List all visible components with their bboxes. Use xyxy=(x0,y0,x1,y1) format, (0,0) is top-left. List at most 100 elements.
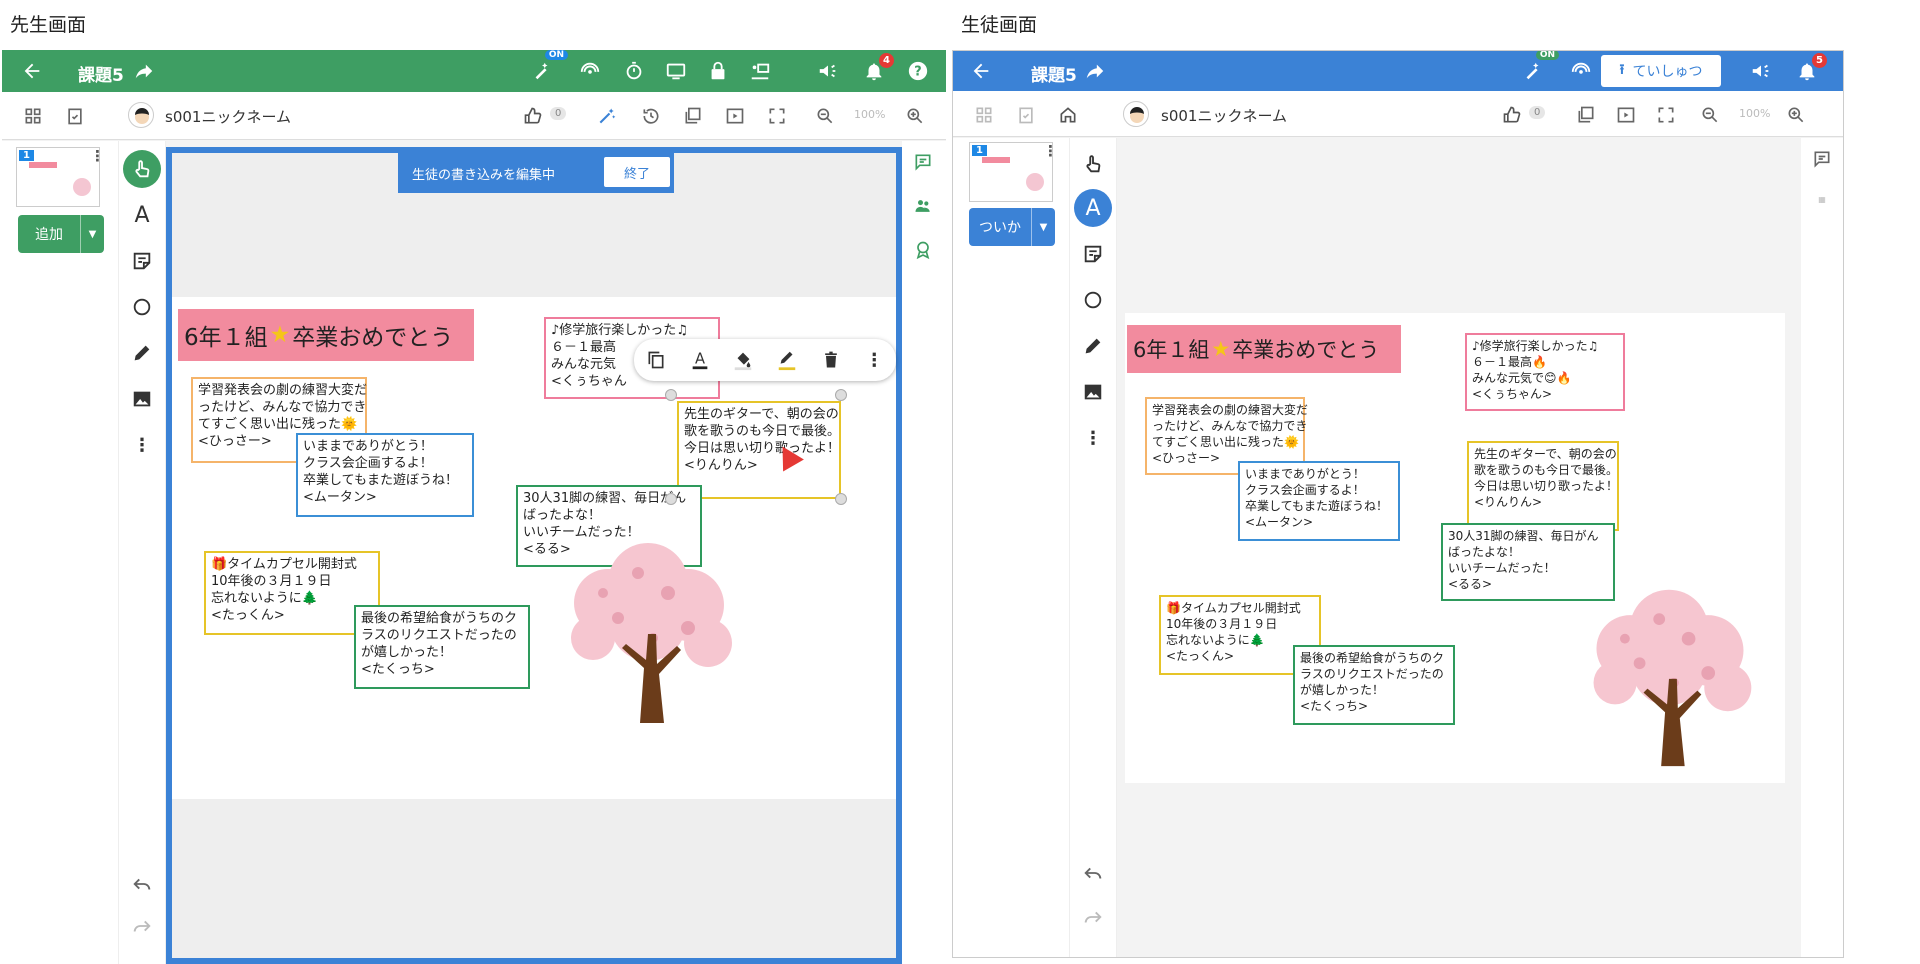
group-presentation-icon[interactable] xyxy=(748,59,772,83)
sticky-note[interactable]: ♪修学旅行楽しかった♫ ６－１最高🔥 みんな元気で😊🔥 <くぅちゃん> xyxy=(1465,333,1625,411)
cherry-tree-image[interactable] xyxy=(1571,575,1767,771)
hand-tool-icon[interactable] xyxy=(119,150,165,188)
page-number: 1 xyxy=(972,145,987,156)
shape-tool-icon[interactable] xyxy=(119,289,165,325)
page-thumbnail[interactable]: 1 xyxy=(969,142,1053,202)
text-color-icon[interactable]: A xyxy=(678,349,722,371)
image-tool-icon[interactable] xyxy=(1070,374,1116,410)
like-icon[interactable] xyxy=(522,105,544,127)
chevron-down-icon[interactable]: ▼ xyxy=(80,215,104,253)
more-tools-icon[interactable]: ⋮ xyxy=(1070,420,1116,456)
sticky-note-tool-icon[interactable] xyxy=(1070,236,1116,272)
copy-page-icon[interactable] xyxy=(1575,104,1597,126)
assignment-check-icon[interactable] xyxy=(64,105,86,127)
teacher-board-canvas[interactable]: 6年１組 ★ 卒業おめでとう 学習発表会の劇の練習大変だ ったけど、みんなで協力でき… xyxy=(172,297,896,799)
like-icon[interactable] xyxy=(1501,104,1523,126)
users-icon[interactable] xyxy=(912,195,934,217)
screen-share-icon[interactable] xyxy=(664,59,688,83)
broadcast-icon[interactable] xyxy=(578,59,602,83)
page-thumbnail[interactable]: 1 xyxy=(16,147,100,207)
end-editing-button[interactable]: 終了 xyxy=(604,157,670,187)
add-page-button[interactable]: ついか ▼ xyxy=(969,208,1055,246)
back-arrow-icon[interactable] xyxy=(969,59,993,83)
resize-handle[interactable] xyxy=(835,389,847,401)
text-tool-icon[interactable]: A xyxy=(119,197,165,233)
fill-color-icon[interactable] xyxy=(721,349,765,371)
text-tool-icon[interactable]: A xyxy=(1070,188,1116,228)
grid-view-icon[interactable] xyxy=(973,104,995,126)
fullscreen-icon[interactable] xyxy=(766,105,788,127)
resize-handle[interactable] xyxy=(665,493,677,505)
home-icon[interactable] xyxy=(1057,104,1079,126)
cherry-tree-image[interactable] xyxy=(548,533,748,723)
banner-message: 卒業おめでとう xyxy=(1232,338,1380,362)
sticky-note[interactable]: いままでありがとう！ クラス会企画するよ！ 卒業してもまた遊ぼうね！ <ムータン… xyxy=(296,433,474,517)
share-arrow-icon[interactable] xyxy=(1083,59,1107,83)
undo-icon[interactable] xyxy=(1070,858,1116,888)
teacher-app-bar: 課題5 ON 4 ? xyxy=(2,50,946,92)
chevron-down-icon[interactable]: ▼ xyxy=(1031,208,1055,246)
magic-mode-icon[interactable]: ON xyxy=(530,50,568,83)
pen-tool-icon[interactable] xyxy=(1070,328,1116,364)
zoom-out-icon[interactable] xyxy=(814,105,836,127)
notification-bell-icon[interactable]: 4 xyxy=(862,53,894,83)
undo-icon[interactable] xyxy=(119,869,165,899)
sticky-note-tool-icon[interactable] xyxy=(119,243,165,279)
student-board-canvas[interactable]: 6年１組 ★ 卒業おめでとう 学習発表会の劇の練習大変だ ったけど、みんなで協力でき… xyxy=(1125,313,1785,783)
sticky-note[interactable]: 先生のギターで、朝の会の 歌を歌うのも今日で最後。 今日は思い切り歌ったよ！ <… xyxy=(1467,441,1619,531)
slideshow-icon[interactable] xyxy=(1615,104,1637,126)
help-icon[interactable]: ? xyxy=(906,59,930,83)
zoom-out-icon[interactable] xyxy=(1699,104,1721,126)
lock-icon[interactable] xyxy=(706,59,730,83)
submit-label: ていしゅつ xyxy=(1632,64,1703,80)
zoom-level: 100% xyxy=(854,108,886,121)
announce-icon[interactable] xyxy=(1749,59,1773,83)
announce-icon[interactable] xyxy=(816,59,840,83)
hand-tool-icon[interactable] xyxy=(1070,146,1116,182)
pen-tool-icon[interactable] xyxy=(119,335,165,371)
assignment-title: 課題5 xyxy=(78,66,124,86)
duplicate-icon[interactable] xyxy=(634,350,678,370)
slideshow-icon[interactable] xyxy=(724,105,746,127)
redo-icon[interactable] xyxy=(119,911,165,941)
back-arrow-icon[interactable] xyxy=(20,59,44,83)
grid-view-icon[interactable] xyxy=(22,105,44,127)
submit-button[interactable]: ⭱ ていしゅつ xyxy=(1601,55,1721,87)
add-page-button[interactable]: 追加 ▼ xyxy=(18,215,104,253)
timer-icon[interactable] xyxy=(622,59,646,83)
fullscreen-icon[interactable] xyxy=(1655,104,1677,126)
shape-tool-icon[interactable] xyxy=(1070,282,1116,318)
magic-wand-icon[interactable] xyxy=(596,105,618,127)
assignment-check-icon[interactable] xyxy=(1015,104,1037,126)
board-banner[interactable]: 6年１組 ★ 卒業おめでとう xyxy=(1127,325,1401,373)
redo-icon[interactable] xyxy=(1070,902,1116,932)
share-arrow-icon[interactable] xyxy=(132,59,156,83)
sticky-note[interactable]: 最後の希望給食がうちのク ラスのリクエストだったの が嬉しかった！ <たくっち> xyxy=(1293,645,1455,725)
banner-class: 6年１組 xyxy=(1133,338,1210,362)
magic-mode-icon[interactable]: ON xyxy=(1521,51,1559,83)
history-icon[interactable] xyxy=(640,105,662,127)
board-banner[interactable]: 6年１組 ★ 卒業おめでとう xyxy=(178,309,474,361)
student-nickname: s001ニックネーム xyxy=(165,108,291,126)
ai-assist-icon[interactable]: ▦ xyxy=(1811,188,1833,210)
zoom-level: 100% xyxy=(1739,107,1771,120)
zoom-in-icon[interactable] xyxy=(904,105,926,127)
border-color-icon[interactable] xyxy=(765,349,809,371)
resize-handle[interactable] xyxy=(665,389,677,401)
resize-handle[interactable] xyxy=(835,493,847,505)
award-icon[interactable] xyxy=(912,239,934,261)
comment-icon[interactable] xyxy=(1811,148,1833,170)
page-more-icon[interactable]: ⋮ xyxy=(90,147,105,165)
comment-icon[interactable] xyxy=(912,151,934,173)
page-more-icon[interactable]: ⋮ xyxy=(1043,142,1058,160)
delete-icon[interactable] xyxy=(809,350,853,370)
copy-page-icon[interactable] xyxy=(682,105,704,127)
broadcast-icon[interactable] xyxy=(1569,59,1593,83)
sticky-note[interactable]: いままでありがとう！ クラス会企画するよ！ 卒業してもまた遊ぼうね！ <ムータン… xyxy=(1238,461,1400,541)
image-tool-icon[interactable] xyxy=(119,381,165,417)
more-options-icon[interactable]: ⋮ xyxy=(852,350,896,371)
more-tools-icon[interactable]: ⋮ xyxy=(119,427,165,463)
zoom-in-icon[interactable] xyxy=(1785,104,1807,126)
sticky-note[interactable]: 最後の希望給食がうちのク ラスのリクエストだったの が嬉しかった！ <たくっち> xyxy=(354,605,530,689)
notification-bell-icon[interactable]: 5 xyxy=(1795,53,1827,83)
